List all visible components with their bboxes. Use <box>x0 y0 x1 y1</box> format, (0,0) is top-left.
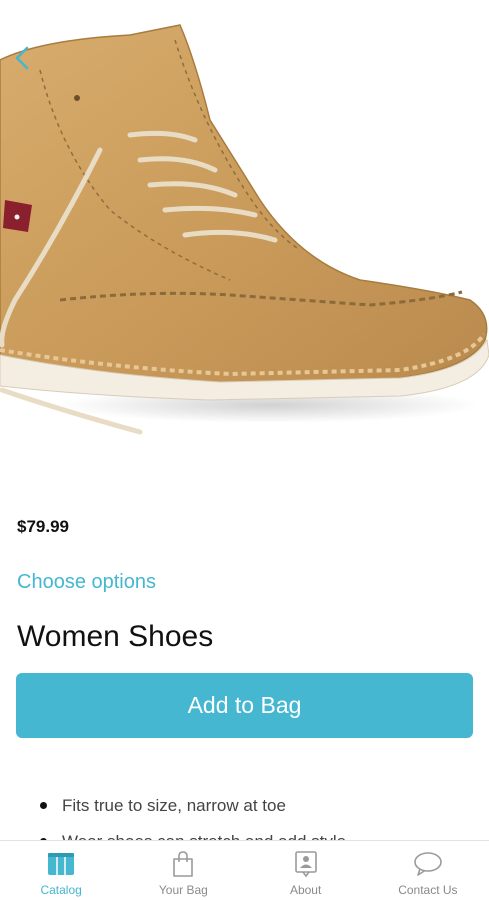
chevron-left-icon <box>15 46 29 70</box>
about-icon <box>291 849 321 879</box>
add-to-bag-button[interactable]: Add to Bag <box>16 673 473 738</box>
back-button[interactable] <box>6 40 38 76</box>
tab-label: About <box>289 883 322 897</box>
tab-catalog[interactable]: Catalog <box>0 841 122 900</box>
bottom-tab-bar: Catalog Your Bag About Contact Us <box>0 840 489 900</box>
choose-options-link[interactable]: Choose options <box>17 571 156 594</box>
catalog-icon <box>46 849 76 879</box>
tab-contact-us[interactable]: Contact Us <box>367 841 489 900</box>
tab-about[interactable]: About <box>245 841 367 900</box>
chat-icon <box>413 849 443 879</box>
bag-icon <box>168 849 198 879</box>
bullet-dot <box>40 802 47 809</box>
tab-label: Contact Us <box>398 883 458 897</box>
tab-label: Your Bag <box>158 883 208 897</box>
product-title: Women Shoes <box>17 620 214 653</box>
product-price: $79.99 <box>17 517 69 536</box>
product-image <box>0 0 489 495</box>
tab-your-bag[interactable]: Your Bag <box>122 841 244 900</box>
description-bullet: Fits true to size, narrow at toe <box>40 793 460 829</box>
bullet-text: Fits true to size, narrow at toe <box>62 796 286 815</box>
tab-label: Catalog <box>40 883 82 897</box>
boot-illustration <box>0 24 489 435</box>
